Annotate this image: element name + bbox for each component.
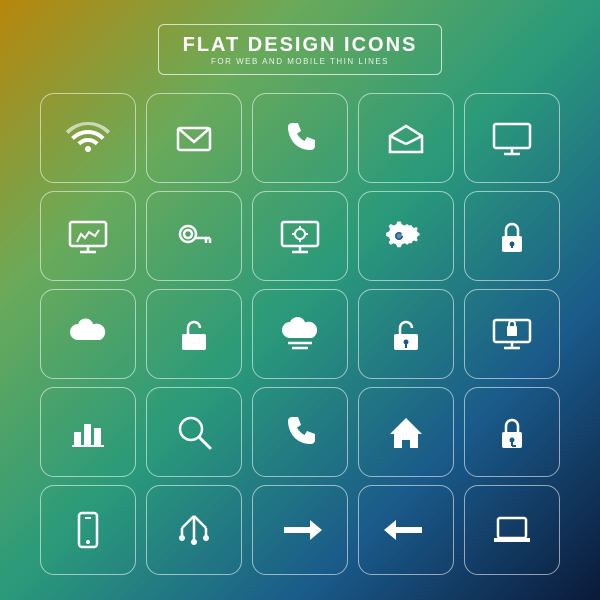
phone-icon-cell[interactable] (252, 93, 348, 183)
arrow-left-icon-cell[interactable] (358, 485, 454, 575)
title-box: FLAT DESIGN ICONS FOR WEB AND MOBILE THI… (158, 24, 443, 75)
unlock-folder-icon-cell[interactable] (146, 289, 242, 379)
monitor-graph-icon-cell[interactable] (40, 191, 136, 281)
page-subtitle: FOR WEB AND MOBILE THIN LINES (183, 57, 418, 66)
monitor-icon-cell[interactable] (464, 93, 560, 183)
lock-icon-cell[interactable] (464, 191, 560, 281)
wifi-icon-cell[interactable] (40, 93, 136, 183)
phone2-icon-cell[interactable] (252, 387, 348, 477)
cloud-icon-cell[interactable] (40, 289, 136, 379)
background: FLAT DESIGN ICONS FOR WEB AND MOBILE THI… (0, 0, 600, 600)
arrow-right-icon-cell[interactable] (252, 485, 348, 575)
mobile-icon-cell[interactable] (40, 485, 136, 575)
page-title: FLAT DESIGN ICONS (183, 33, 418, 57)
gears-icon-cell[interactable] (358, 191, 454, 281)
unlock-key-icon-cell[interactable] (358, 289, 454, 379)
bar-chart-icon-cell[interactable] (40, 387, 136, 477)
home-icon-cell[interactable] (358, 387, 454, 477)
email-icon-cell[interactable] (146, 93, 242, 183)
monitor-lock-icon-cell[interactable] (464, 289, 560, 379)
share-icon-cell[interactable] (146, 485, 242, 575)
icon-grid (40, 93, 560, 575)
lock-key-icon-cell[interactable] (464, 387, 560, 477)
cloud-lines-icon-cell[interactable] (252, 289, 348, 379)
search-icon-cell[interactable] (146, 387, 242, 477)
monitor-settings-icon-cell[interactable] (252, 191, 348, 281)
email-open-icon-cell[interactable] (358, 93, 454, 183)
laptop-icon-cell[interactable] (464, 485, 560, 575)
key-icon-cell[interactable] (146, 191, 242, 281)
